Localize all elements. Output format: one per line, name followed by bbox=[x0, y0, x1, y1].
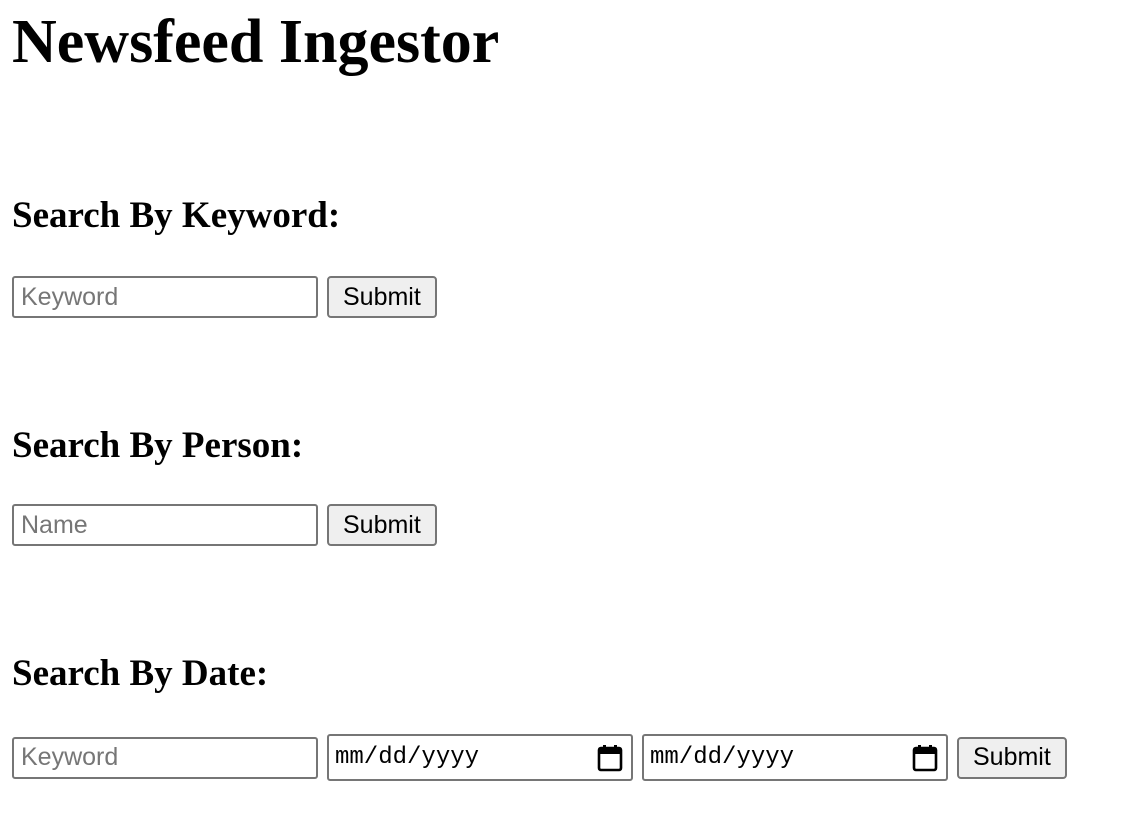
start-date-text: mm/dd/yyyy bbox=[335, 744, 480, 771]
person-search-heading: Search By Person: bbox=[12, 425, 304, 466]
calendar-icon[interactable] bbox=[597, 744, 623, 772]
keyword-input[interactable] bbox=[12, 276, 318, 318]
keyword-search-heading: Search By Keyword: bbox=[12, 195, 341, 236]
date-submit-button[interactable]: Submit bbox=[957, 736, 1067, 779]
end-date-text: mm/dd/yyyy bbox=[650, 744, 795, 771]
person-search-form: Submit bbox=[12, 504, 437, 546]
name-input[interactable] bbox=[12, 504, 318, 546]
page-title: Newsfeed Ingestor bbox=[12, 8, 500, 76]
start-date-input[interactable]: mm/dd/yyyy bbox=[327, 734, 633, 781]
date-keyword-input[interactable] bbox=[12, 736, 318, 779]
end-date-input[interactable]: mm/dd/yyyy bbox=[642, 734, 948, 781]
date-search-form: mm/dd/yyyy mm/dd/yyyy Submit bbox=[12, 734, 1067, 781]
keyword-search-form: Submit bbox=[12, 276, 437, 318]
calendar-icon[interactable] bbox=[912, 744, 938, 772]
keyword-submit-button[interactable]: Submit bbox=[327, 276, 437, 318]
date-search-heading: Search By Date: bbox=[12, 653, 269, 694]
person-submit-button[interactable]: Submit bbox=[327, 504, 437, 546]
